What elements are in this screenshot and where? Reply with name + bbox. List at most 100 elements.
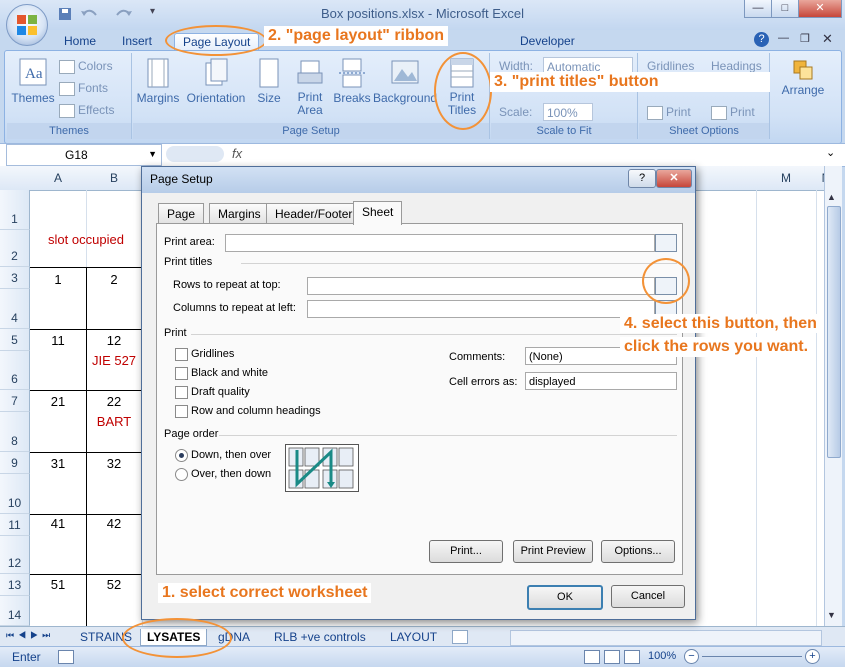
tab-sheet[interactable]: Sheet bbox=[353, 201, 403, 225]
row-header-7[interactable]: 7 bbox=[0, 390, 30, 412]
scroll-thumb[interactable] bbox=[827, 206, 841, 458]
scroll-up-icon[interactable]: ▲ bbox=[827, 192, 836, 202]
name-box[interactable]: G18 ▼ bbox=[6, 144, 162, 166]
headings-print-checkbox[interactable]: Print bbox=[711, 103, 755, 121]
sheet-nav-icon[interactable]: ⏮◀▶⏭ bbox=[6, 630, 54, 641]
row-header-2[interactable]: 2 bbox=[0, 230, 30, 267]
cols-repeat-input[interactable] bbox=[307, 300, 655, 318]
minimize-button[interactable]: — bbox=[744, 0, 772, 18]
row-header-12[interactable]: 12 bbox=[0, 536, 30, 574]
ok-button[interactable]: OK bbox=[527, 585, 603, 610]
ribbon-close-icon[interactable]: ✕ bbox=[822, 31, 833, 47]
row-header-6[interactable]: 6 bbox=[0, 351, 30, 390]
arrange-button[interactable]: Arrange bbox=[775, 59, 831, 121]
save-icon[interactable] bbox=[58, 7, 72, 21]
row-header-1[interactable]: 1 bbox=[0, 190, 30, 230]
sheet-tab-layout[interactable]: LAYOUT bbox=[390, 629, 437, 645]
zoom-out-icon[interactable]: − bbox=[684, 649, 699, 664]
tab-developer[interactable]: Developer bbox=[512, 33, 583, 50]
size-button[interactable]: Size bbox=[249, 57, 289, 119]
macro-record-icon[interactable] bbox=[58, 650, 74, 664]
normal-view-icon[interactable] bbox=[584, 650, 600, 664]
row-header-9[interactable]: 9 bbox=[0, 452, 30, 474]
insert-sheet-icon[interactable] bbox=[452, 630, 468, 644]
col-header-m[interactable]: M bbox=[756, 166, 817, 191]
tab-header-footer[interactable]: Header/Footer bbox=[266, 203, 362, 224]
col-header-blank[interactable] bbox=[694, 166, 758, 191]
dialog-title-bar[interactable]: Page Setup ? ✕ bbox=[142, 167, 695, 193]
vertical-scrollbar[interactable]: ▲ ▼ bbox=[824, 166, 842, 626]
col-header-n[interactable]: N bbox=[816, 166, 824, 191]
row-header-10[interactable]: 10 bbox=[0, 474, 30, 514]
gridlines-checkbox[interactable] bbox=[175, 348, 188, 361]
tab-page[interactable]: Page bbox=[158, 203, 205, 224]
cell-a3[interactable]: 1 bbox=[30, 272, 86, 287]
cell-b7[interactable]: 22 bbox=[86, 394, 142, 409]
cancel-button[interactable]: Cancel bbox=[611, 585, 685, 608]
close-button[interactable]: ✕ bbox=[798, 0, 842, 18]
print-area-collapse-icon[interactable] bbox=[655, 234, 677, 252]
tab-margins[interactable]: Margins bbox=[209, 203, 270, 224]
scroll-down-icon[interactable]: ▼ bbox=[827, 610, 836, 620]
over-then-down-radio[interactable] bbox=[175, 468, 188, 481]
rows-repeat-input[interactable] bbox=[307, 277, 655, 295]
zoom-in-icon[interactable]: + bbox=[805, 649, 820, 664]
print-button[interactable]: Print... bbox=[429, 540, 503, 563]
orientation-button[interactable]: Orientation bbox=[185, 57, 247, 119]
col-header-b[interactable]: B bbox=[86, 166, 143, 191]
maximize-button[interactable]: □ bbox=[771, 0, 799, 18]
print-area-input[interactable] bbox=[225, 234, 655, 252]
row-header-8[interactable]: 8 bbox=[0, 412, 30, 452]
cell-a5[interactable]: 11 bbox=[30, 333, 86, 348]
tab-home[interactable]: Home bbox=[56, 33, 104, 50]
tab-insert[interactable]: Insert bbox=[114, 33, 160, 50]
col-header-a[interactable]: A bbox=[30, 166, 87, 191]
row-header-4[interactable]: 4 bbox=[0, 289, 30, 329]
gridlines-print-checkbox[interactable]: Print bbox=[647, 103, 691, 121]
select-all-corner[interactable] bbox=[0, 166, 31, 191]
formula-bar-handle[interactable] bbox=[166, 146, 224, 162]
black-white-checkbox[interactable] bbox=[175, 367, 188, 380]
row-header-5[interactable]: 5 bbox=[0, 329, 30, 351]
print-area-button[interactable]: Print Area bbox=[289, 57, 331, 119]
draft-quality-checkbox[interactable] bbox=[175, 386, 188, 399]
effects-button[interactable]: Effects bbox=[59, 101, 114, 119]
dropdown-arrow-icon[interactable]: ▼ bbox=[148, 149, 157, 159]
customize-qat-icon[interactable]: ▾ bbox=[150, 6, 155, 17]
row-col-headings-checkbox[interactable] bbox=[175, 405, 188, 418]
cell-a9[interactable]: 31 bbox=[30, 456, 86, 471]
ribbon-minimize-icon[interactable]: — bbox=[778, 32, 789, 44]
zoom-slider[interactable] bbox=[702, 656, 802, 657]
colors-button[interactable]: Colors bbox=[59, 57, 113, 75]
ribbon-restore-icon[interactable]: ❐ bbox=[800, 32, 810, 45]
cell-a13[interactable]: 51 bbox=[30, 577, 86, 592]
row-header-3[interactable]: 3 bbox=[0, 267, 30, 289]
row-header-11[interactable]: 11 bbox=[0, 514, 30, 536]
cell-a2[interactable]: slot occupied bbox=[30, 232, 142, 247]
cell-b11[interactable]: 42 bbox=[86, 516, 142, 531]
cell-b5[interactable]: 12 bbox=[86, 333, 142, 348]
cell-b9[interactable]: 32 bbox=[86, 456, 142, 471]
cell-errors-select[interactable]: displayed bbox=[525, 372, 677, 390]
cell-b8[interactable]: BART bbox=[86, 414, 142, 429]
sheet-tab-rlb-controls[interactable]: RLB +ve controls bbox=[274, 629, 366, 645]
options-button[interactable]: Options... bbox=[601, 540, 675, 563]
down-then-over-radio[interactable] bbox=[175, 449, 188, 462]
cell-a7[interactable]: 21 bbox=[30, 394, 86, 409]
dialog-help-icon[interactable]: ? bbox=[628, 169, 656, 188]
page-break-view-icon[interactable] bbox=[624, 650, 640, 664]
insert-function-icon[interactable]: fx bbox=[232, 146, 242, 161]
cell-b13[interactable]: 52 bbox=[86, 577, 142, 592]
cell-a11[interactable]: 41 bbox=[30, 516, 86, 531]
cell-b6[interactable]: JIE 527 bbox=[86, 353, 142, 368]
help-icon[interactable]: ? bbox=[754, 32, 769, 47]
themes-button[interactable]: Aa Themes bbox=[9, 57, 57, 119]
page-layout-view-icon[interactable] bbox=[604, 650, 620, 664]
scale-input[interactable]: 100% bbox=[543, 103, 593, 121]
breaks-button[interactable]: Breaks bbox=[331, 57, 373, 119]
dialog-close-icon[interactable]: ✕ bbox=[656, 169, 692, 188]
row-header-14[interactable]: 14 bbox=[0, 596, 30, 626]
margins-button[interactable]: Margins bbox=[133, 57, 183, 119]
expand-formula-bar-icon[interactable]: ⌄ bbox=[826, 146, 835, 159]
cell-b3[interactable]: 2 bbox=[86, 272, 142, 287]
